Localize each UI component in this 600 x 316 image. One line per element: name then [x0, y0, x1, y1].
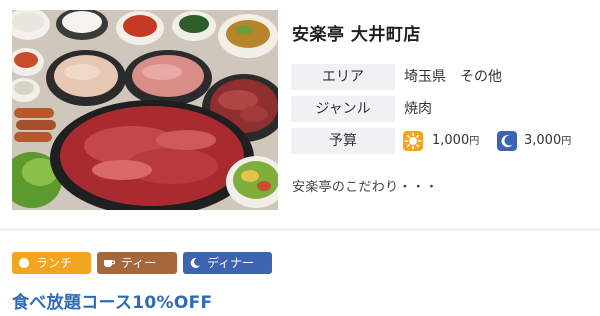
cup-icon — [104, 260, 115, 267]
genre-label: ジャンル — [291, 96, 395, 122]
shop-photo[interactable] — [12, 10, 278, 210]
area-city: その他 — [460, 69, 502, 85]
tag-tea: ティー — [97, 252, 177, 274]
area-value: 埼玉県 その他 — [404, 64, 502, 90]
area-label: エリア — [291, 64, 395, 90]
info-row-genre: ジャンル 焼肉 — [291, 96, 591, 122]
area-prefecture: 埼玉県 — [404, 69, 446, 85]
moon-icon — [497, 131, 517, 151]
section-divider — [0, 228, 600, 231]
tag-dinner: ディナー — [183, 252, 272, 274]
shop-name[interactable]: 安楽亭 大井町店 — [292, 20, 421, 45]
moon-icon — [190, 257, 200, 268]
info-row-budget: 予算 1,000円 3,000円 — [291, 128, 591, 154]
coupon-title[interactable]: 食べ放題コース10%OFF — [12, 288, 212, 313]
shop-card[interactable]: 安楽亭 大井町店 エリア 埼玉県 その他 ジャンル 焼肉 予算 1,000円 3… — [0, 0, 600, 228]
genre-value: 焼肉 — [404, 101, 432, 117]
budget-lunch: 1,000円 — [432, 133, 480, 148]
tag-lunch: ランチ — [12, 252, 91, 274]
tag-lunch-label: ランチ — [36, 256, 73, 270]
budget-label: 予算 — [291, 128, 395, 154]
sun-icon — [403, 131, 423, 151]
tag-dinner-label: ディナー — [207, 256, 255, 270]
budget-dinner: 3,000円 — [524, 133, 572, 148]
info-row-area: エリア 埼玉県 その他 — [291, 64, 591, 90]
yakiniku-photo-illustration — [12, 10, 278, 210]
shop-commitment-text: 安楽亭のこだわり・・・ — [292, 180, 439, 195]
sun-icon — [19, 258, 29, 268]
tag-tea-label: ティー — [121, 256, 157, 270]
